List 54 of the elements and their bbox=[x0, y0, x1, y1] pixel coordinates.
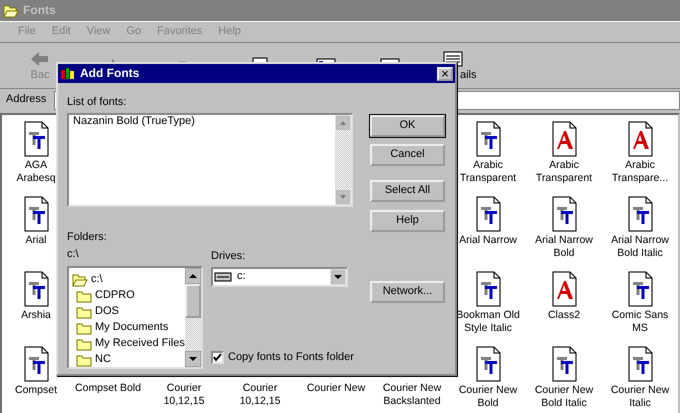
file-label[interactable]: Arabic Transparent bbox=[530, 159, 598, 184]
folder-item[interactable]: DOS bbox=[95, 304, 119, 318]
folders-label: Folders: bbox=[67, 231, 107, 244]
folder-list[interactable]: c:\ CDPRO DOS My Documents My Received Files NC bbox=[67, 266, 203, 369]
scroll-down-icon bbox=[185, 350, 201, 367]
file-label[interactable]: Arshia bbox=[20, 309, 52, 322]
folder-item[interactable]: NC bbox=[95, 352, 111, 366]
font-list[interactable]: Nazanin Bold (TrueType) bbox=[67, 113, 353, 208]
dialog-title: Add Fonts bbox=[80, 66, 140, 81]
file-label[interactable]: Comic Sans MS bbox=[606, 309, 674, 334]
scroll-up-icon bbox=[185, 268, 201, 284]
file-label[interactable]: Courier New Bold bbox=[454, 384, 522, 410]
toolbar-label[interactable]: ails bbox=[460, 68, 477, 82]
checkbox[interactable] bbox=[211, 351, 224, 364]
scroll-up-icon bbox=[335, 115, 351, 132]
dialog-button[interactable]: OK bbox=[370, 115, 445, 137]
file-label[interactable]: Courier 10,12,15 bbox=[150, 382, 218, 408]
file-label[interactable]: Class2 bbox=[546, 309, 582, 322]
file-label[interactable]: Arial Narrow Bold bbox=[530, 234, 598, 260]
file-label[interactable]: Courier New bbox=[306, 382, 366, 395]
list-label: List of fonts: bbox=[67, 96, 126, 110]
file-label[interactable]: Arabic Transparent bbox=[454, 159, 522, 184]
file-label[interactable]: Arial bbox=[24, 234, 48, 247]
dialog-button[interactable]: Help bbox=[370, 210, 445, 232]
drive-value: c: bbox=[236, 270, 247, 284]
folder-item[interactable]: My Received Files bbox=[95, 336, 185, 350]
file-label[interactable]: Courier New Bold Italic bbox=[530, 384, 598, 410]
folder-item[interactable]: c:\ bbox=[91, 272, 103, 286]
window-title: Fonts bbox=[23, 3, 56, 18]
drive-dropdown[interactable]: c: bbox=[211, 266, 348, 287]
file-label[interactable]: Courier 10,12,15 bbox=[226, 382, 294, 408]
scroll-down-icon bbox=[335, 189, 351, 206]
checkbox-label[interactable]: Copy fonts to Fonts folder bbox=[228, 351, 354, 365]
file-label[interactable]: Courier New Italic bbox=[606, 384, 674, 410]
folder-item[interactable]: My Documents bbox=[95, 320, 168, 334]
network-button[interactable]: Network... bbox=[370, 281, 445, 303]
folder-item[interactable]: CDPRO bbox=[95, 288, 135, 302]
path-label: c:\ bbox=[67, 248, 79, 262]
drives-label: Drives: bbox=[211, 250, 246, 263]
dialog-button[interactable]: Cancel bbox=[370, 144, 445, 166]
file-label[interactable]: Courier New Backslanted bbox=[378, 382, 446, 408]
close-button[interactable]: × bbox=[437, 66, 453, 80]
list-item[interactable]: Nazanin Bold (TrueType) bbox=[69, 115, 335, 128]
dialog-button[interactable]: Select All bbox=[370, 180, 445, 202]
file-label[interactable]: Arabic Transpare... bbox=[606, 159, 674, 184]
drive-icon bbox=[213, 270, 233, 283]
file-label[interactable]: Compset Bold bbox=[74, 382, 142, 395]
file-label[interactable]: Arial Narrow Bold Italic bbox=[606, 234, 674, 260]
file-label[interactable]: Arial Narrow bbox=[458, 234, 518, 247]
font-icon bbox=[60, 66, 76, 80]
folder-icon bbox=[3, 2, 19, 18]
file-label[interactable]: Compset bbox=[14, 384, 58, 397]
dropdown-arrow-icon bbox=[330, 268, 346, 285]
address-label: Address bbox=[6, 93, 46, 107]
